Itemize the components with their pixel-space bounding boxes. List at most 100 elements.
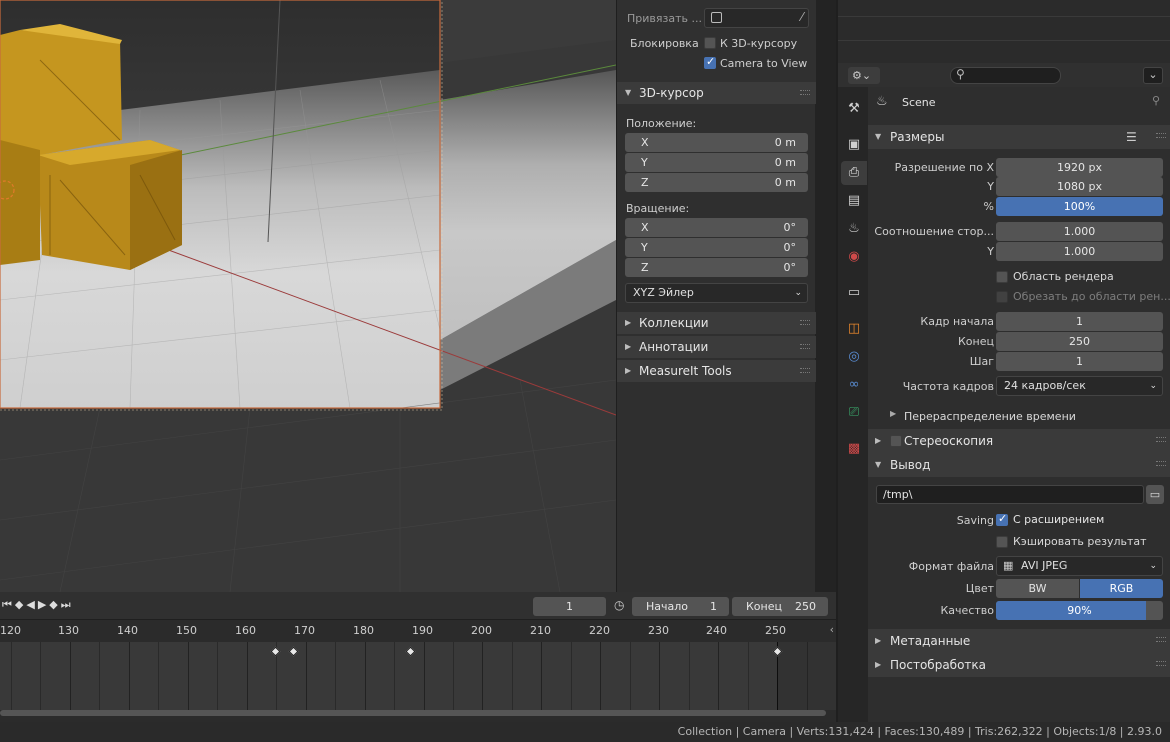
- constraints-tab-icon[interactable]: ∞: [841, 373, 867, 397]
- end-frame-field[interactable]: Конец 250: [732, 597, 828, 616]
- file-format-label: Формат файла: [908, 560, 994, 573]
- expanded-icon: ▼: [875, 132, 882, 141]
- metadata-panel-header[interactable]: ▶ Метаданные: [868, 629, 1170, 653]
- camera-to-view-checkbox[interactable]: [704, 55, 716, 69]
- render-region-checkbox[interactable]: [996, 271, 1008, 283]
- drag-grip-icon[interactable]: [800, 368, 810, 373]
- fps-select[interactable]: 24 кадров/сек ⌄: [996, 376, 1163, 396]
- color-bw-button[interactable]: BW: [996, 579, 1079, 598]
- annotations-panel-header[interactable]: ▶ Аннотации: [617, 336, 816, 358]
- frame-step-field[interactable]: 1: [996, 352, 1163, 371]
- chevron-left-icon[interactable]: ‹: [830, 623, 834, 636]
- stereoscopy-panel-header[interactable]: ▶ Стереоскопия: [868, 429, 1170, 453]
- editor-type-button[interactable]: ⚙⌄: [848, 67, 880, 84]
- output-tab-icon[interactable]: ⎙: [841, 161, 867, 185]
- eyedropper-icon[interactable]: ⁄: [801, 10, 803, 24]
- file-format-select[interactable]: ▦ AVI JPEG ⌄: [996, 556, 1163, 576]
- physics-tab-icon[interactable]: ◎: [841, 345, 867, 369]
- cursor-rotation-y[interactable]: Y 0°: [625, 238, 808, 257]
- drag-grip-icon[interactable]: [1156, 437, 1166, 442]
- collapsed-icon: ▶: [890, 409, 897, 418]
- rotation-mode-select[interactable]: XYZ Эйлер ⌄: [625, 283, 808, 303]
- tool-tab-icon[interactable]: ⚒: [841, 97, 867, 121]
- camera-to-view-label: Camera to View: [720, 57, 808, 70]
- frame-start-label: Кадр начала: [920, 315, 994, 328]
- frame-step-label: Шаг: [969, 355, 994, 368]
- post-processing-panel-header[interactable]: ▶ Постобработка: [868, 653, 1170, 677]
- collection-tab-icon[interactable]: ▭: [841, 281, 867, 305]
- resolution-x-field[interactable]: 1920 px: [996, 158, 1163, 177]
- search-icon: ⚲: [956, 67, 965, 81]
- time-remap-subpanel[interactable]: Перераспределение времени: [904, 410, 1076, 423]
- drag-grip-icon[interactable]: [800, 320, 810, 325]
- timeline-scrollbar[interactable]: [0, 710, 826, 716]
- res-x-label: Разрешение по X: [894, 161, 994, 174]
- current-frame-field[interactable]: 1: [533, 597, 606, 616]
- cursor-rotation-x[interactable]: X 0°: [625, 218, 808, 237]
- drag-grip-icon[interactable]: [1156, 661, 1166, 666]
- render-tab-icon[interactable]: ▣: [841, 133, 867, 157]
- cursor-location-z[interactable]: Z0 m: [625, 173, 808, 192]
- frame-end-label: Конец: [958, 335, 994, 348]
- resolution-percent-slider[interactable]: 100%: [996, 197, 1163, 216]
- drag-grip-icon[interactable]: [1156, 637, 1166, 642]
- playback-controls[interactable]: ⏮◆◀▶◆⏭: [2, 598, 74, 612]
- cursor-location-y[interactable]: Y0 m: [625, 153, 808, 172]
- scene-tab-icon[interactable]: ♨: [841, 217, 867, 241]
- frame-ruler[interactable]: 120 130 140 150 160 170 180 190 200 210 …: [0, 620, 836, 642]
- aspect-x-field[interactable]: 1.000: [996, 222, 1163, 241]
- cursor-rotation-z[interactable]: Z 0°: [625, 258, 808, 277]
- presets-icon[interactable]: ☰: [1126, 125, 1137, 149]
- folder-icon[interactable]: ▭: [1146, 485, 1164, 504]
- viewport-scene: [0, 0, 616, 592]
- keyframe[interactable]: [405, 646, 416, 657]
- lock-to-cursor-checkbox[interactable]: [704, 37, 716, 49]
- collections-panel-header[interactable]: ▶ Коллекции: [617, 312, 816, 334]
- cursor-location-x[interactable]: X0 m: [625, 133, 808, 152]
- quality-slider[interactable]: 90%: [996, 601, 1163, 620]
- viewport-3d[interactable]: [0, 0, 616, 592]
- object-tab-icon[interactable]: ◫: [841, 317, 867, 341]
- texture-tab-icon[interactable]: ▩: [841, 437, 867, 461]
- properties-search-input[interactable]: ⚲: [950, 67, 1061, 84]
- output-path-input[interactable]: /tmp\: [876, 485, 1144, 504]
- dimensions-panel-header[interactable]: ▼ Размеры ☰: [868, 125, 1170, 149]
- view-layer-tab-icon[interactable]: ▤: [841, 189, 867, 213]
- stopwatch-icon[interactable]: ◷: [614, 598, 624, 612]
- camera-data-tab-icon[interactable]: ⎚: [841, 401, 867, 425]
- frame-start-field[interactable]: 1: [996, 312, 1163, 331]
- snap-object-field[interactable]: ⁄: [704, 8, 809, 28]
- lock-to-cursor-label: К 3D-курсору: [720, 37, 798, 50]
- quality-label: Качество: [940, 604, 995, 617]
- drag-grip-icon[interactable]: [1156, 461, 1166, 466]
- crop-region-checkbox[interactable]: [996, 291, 1008, 303]
- keyframe[interactable]: [270, 646, 281, 657]
- color-rgb-button[interactable]: RGB: [1080, 579, 1163, 598]
- file-extensions-checkbox[interactable]: [996, 512, 1008, 526]
- keyframe[interactable]: [288, 646, 299, 657]
- cursor-panel-title: 3D-курсор: [639, 86, 704, 100]
- cursor-panel-header[interactable]: ▼ 3D-курсор: [617, 82, 816, 104]
- scene-icon: ♨: [876, 94, 888, 109]
- aspect-y-field[interactable]: 1.000: [996, 242, 1163, 261]
- chevron-down-icon: ⌄: [1149, 381, 1157, 391]
- keyframe-tracks[interactable]: [0, 642, 836, 710]
- world-tab-icon[interactable]: ◉: [841, 245, 867, 269]
- pin-icon[interactable]: ⚲: [1152, 94, 1160, 107]
- output-panel-header[interactable]: ▼ Вывод: [868, 453, 1170, 477]
- view-lock-panel: Привязать ... ⁄ Блокировка К 3D-курсору …: [617, 0, 816, 82]
- properties-header: ⚙⌄ ⚲ ⌄: [838, 63, 1170, 87]
- start-frame-field[interactable]: Начало 1: [632, 597, 729, 616]
- options-dropdown[interactable]: ⌄: [1143, 67, 1163, 84]
- rotation-label: Вращение:: [626, 202, 690, 215]
- resolution-y-field[interactable]: 1080 px: [996, 177, 1163, 196]
- outliner-area: [836, 0, 1170, 63]
- drag-grip-icon[interactable]: [800, 344, 810, 349]
- cache-result-checkbox[interactable]: [996, 536, 1008, 548]
- drag-grip-icon[interactable]: [1156, 133, 1166, 138]
- status-text: Collection | Camera | Verts:131,424 | Fa…: [677, 725, 1162, 738]
- frame-end-field[interactable]: 250: [996, 332, 1163, 351]
- stereoscopy-checkbox[interactable]: [890, 435, 902, 447]
- drag-grip-icon[interactable]: [800, 90, 810, 95]
- measureit-panel-header[interactable]: ▶ MeasureIt Tools: [617, 360, 816, 382]
